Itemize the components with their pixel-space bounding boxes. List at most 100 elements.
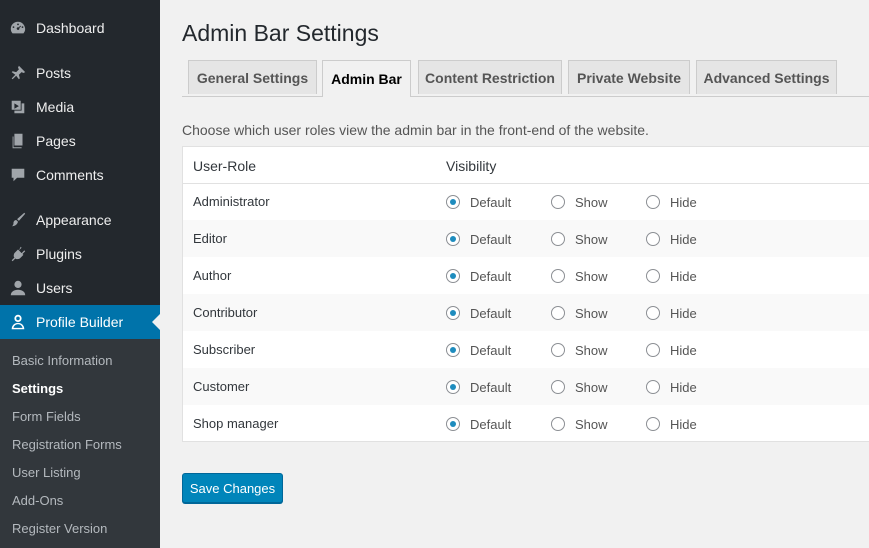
users-icon <box>0 279 36 297</box>
radio-button[interactable] <box>646 268 660 283</box>
header-user-role: User-Role <box>193 158 257 174</box>
radio-button[interactable] <box>646 305 660 320</box>
radio-button[interactable] <box>551 305 565 320</box>
table-row: Contributor Default Show Hide <box>183 294 869 331</box>
visibility-option-hide[interactable]: Hide <box>646 304 697 321</box>
menu-item-comments[interactable]: Comments <box>0 158 160 192</box>
tab-general-settings[interactable]: General Settings <box>188 60 317 94</box>
submenu-form-fields[interactable]: Form Fields <box>12 409 81 424</box>
table-row: Editor Default Show Hide <box>183 220 869 257</box>
radio-label: Hide <box>670 417 697 432</box>
visibility-option-hide[interactable]: Hide <box>646 230 697 247</box>
submenu-add-ons[interactable]: Add-Ons <box>12 493 63 508</box>
role-name: Administrator <box>193 194 270 209</box>
radio-label: Show <box>575 232 608 247</box>
radio-button[interactable] <box>446 416 460 431</box>
visibility-option-hide[interactable]: Hide <box>646 378 697 395</box>
visibility-option-show[interactable]: Show <box>551 193 608 210</box>
radio-button[interactable] <box>446 268 460 283</box>
media-icon <box>0 98 36 116</box>
radio-button[interactable] <box>446 342 460 357</box>
radio-button[interactable] <box>446 231 460 246</box>
table-header: User-Role Visibility <box>183 147 869 184</box>
radio-button[interactable] <box>646 342 660 357</box>
radio-button[interactable] <box>646 379 660 394</box>
visibility-option-default[interactable]: Default <box>446 378 511 395</box>
menu-label: Comments <box>36 167 104 183</box>
menu-item-pages[interactable]: Pages <box>0 124 160 158</box>
radio-button[interactable] <box>551 342 565 357</box>
submenu-registration-forms[interactable]: Registration Forms <box>12 437 122 452</box>
tab-advanced-settings[interactable]: Advanced Settings <box>696 60 837 94</box>
table-row: Subscriber Default Show Hide <box>183 331 869 368</box>
radio-button[interactable] <box>551 231 565 246</box>
menu-item-posts[interactable]: Posts <box>0 56 160 90</box>
visibility-option-default[interactable]: Default <box>446 341 511 358</box>
visibility-option-default[interactable]: Default <box>446 304 511 321</box>
radio-label: Default <box>470 232 512 247</box>
radio-label: Default <box>470 306 512 321</box>
visibility-option-default[interactable]: Default <box>446 267 511 284</box>
admin-bar-roles-table: User-Role Visibility Administrator Defaul… <box>182 146 869 442</box>
visibility-option-show[interactable]: Show <box>551 304 608 321</box>
settings-description: Choose which user roles view the admin b… <box>182 122 649 138</box>
visibility-option-show[interactable]: Show <box>551 378 608 395</box>
radio-label: Default <box>470 195 512 210</box>
role-name: Customer <box>193 379 250 394</box>
visibility-option-default[interactable]: Default <box>446 193 511 210</box>
radio-label: Hide <box>670 306 697 321</box>
menu-item-appearance[interactable]: Appearance <box>0 203 160 237</box>
radio-label: Show <box>575 380 608 395</box>
radio-button[interactable] <box>446 194 460 209</box>
table-row: Author Default Show Hide <box>183 257 869 294</box>
radio-button[interactable] <box>646 416 660 431</box>
save-changes-button[interactable]: Save Changes <box>182 473 283 503</box>
radio-button[interactable] <box>646 194 660 209</box>
tab-content-restriction[interactable]: Content Restriction <box>418 60 562 94</box>
menu-item-dashboard[interactable]: Dashboard <box>0 11 160 45</box>
visibility-option-default[interactable]: Default <box>446 415 511 432</box>
visibility-option-hide[interactable]: Hide <box>646 341 697 358</box>
radio-label: Default <box>470 269 512 284</box>
table-row: Customer Default Show Hide <box>183 368 869 405</box>
radio-label: Show <box>575 306 608 321</box>
radio-label: Show <box>575 343 608 358</box>
tab-admin-bar[interactable]: Admin Bar <box>322 60 411 97</box>
role-name: Author <box>193 268 232 283</box>
visibility-option-hide[interactable]: Hide <box>646 267 697 284</box>
submenu-settings[interactable]: Settings <box>12 381 63 396</box>
radio-button[interactable] <box>446 379 460 394</box>
radio-button[interactable] <box>551 194 565 209</box>
menu-label: Dashboard <box>36 20 105 36</box>
table-row: Shop manager Default Show Hide <box>183 405 869 442</box>
visibility-option-show[interactable]: Show <box>551 267 608 284</box>
submenu-user-listing[interactable]: User Listing <box>12 465 81 480</box>
role-name: Editor <box>193 231 227 246</box>
pages-icon <box>0 132 36 150</box>
page-title: Admin Bar Settings <box>182 20 379 46</box>
menu-item-users[interactable]: Users <box>0 271 160 305</box>
radio-button[interactable] <box>551 268 565 283</box>
visibility-option-show[interactable]: Show <box>551 415 608 432</box>
table-row: Administrator Default Show Hide <box>183 183 869 220</box>
visibility-option-show[interactable]: Show <box>551 230 608 247</box>
radio-label: Default <box>470 343 512 358</box>
radio-button[interactable] <box>551 416 565 431</box>
visibility-option-hide[interactable]: Hide <box>646 415 697 432</box>
submenu-register-version[interactable]: Register Version <box>12 521 107 536</box>
radio-button[interactable] <box>646 231 660 246</box>
menu-label: Appearance <box>36 212 112 228</box>
pin-icon <box>0 64 36 82</box>
radio-button[interactable] <box>551 379 565 394</box>
radio-button[interactable] <box>446 305 460 320</box>
tab-private-website[interactable]: Private Website <box>568 60 690 94</box>
header-visibility: Visibility <box>446 158 497 174</box>
menu-item-media[interactable]: Media <box>0 90 160 124</box>
submenu-basic-information[interactable]: Basic Information <box>12 353 112 368</box>
menu-item-profile-builder[interactable]: Profile Builder <box>0 305 160 339</box>
visibility-option-default[interactable]: Default <box>446 230 511 247</box>
radio-label: Default <box>470 417 512 432</box>
visibility-option-hide[interactable]: Hide <box>646 193 697 210</box>
visibility-option-show[interactable]: Show <box>551 341 608 358</box>
menu-item-plugins[interactable]: Plugins <box>0 237 160 271</box>
